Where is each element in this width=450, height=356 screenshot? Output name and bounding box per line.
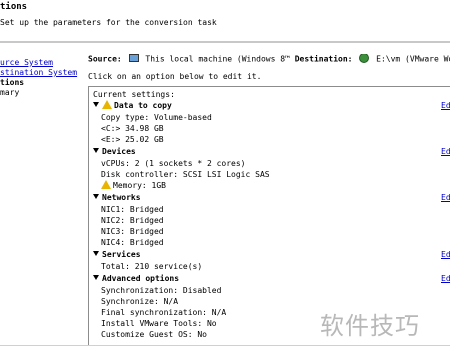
wizard-steps-nav: urce System stination System tions mary [0,50,80,355]
bottom-bar [0,345,450,356]
setting-row: Synchronize: N/A [101,297,179,306]
section-title-advanced-options: Advanced options [102,274,180,283]
section-advanced-options[interactable]: Advanced options [93,274,179,283]
section-title-data-to-copy: Data to copy [114,101,172,110]
section-title-devices: Devices [102,147,136,156]
setting-row: NIC4: Bridged [101,238,164,247]
setting-row: vCPUs: 2 (1 sockets * 2 cores) [101,159,246,168]
globe-icon [359,54,370,63]
source-value: This local machine (Windows 8™ [145,54,290,64]
setting-row: NIC3: Bridged [101,227,164,236]
section-data-to-copy[interactable]: Data to copy [93,100,172,110]
memory-value: Memory: 1GB [113,181,166,190]
setting-row: Customize Guest OS: No [101,330,207,339]
collapse-triangle-icon[interactable] [93,275,99,280]
warning-icon [102,100,112,109]
monitor-icon [128,54,139,62]
section-networks[interactable]: Networks [93,193,141,202]
setting-row: NIC1: Bridged [101,205,164,214]
destination-value: E:\vm (VMware Workst [376,54,450,64]
edit-advanced-options-link[interactable]: Edi [441,274,450,283]
section-devices[interactable]: Devices [93,147,136,156]
setting-row-memory: Memory: 1GB [101,180,166,190]
setting-row: <C:> 34.98 GB [101,124,164,133]
current-settings-label: Current settings: [93,90,175,99]
header-divider [0,41,450,44]
setting-row: Final synchronization: N/A [101,308,227,317]
nav-item-source-system[interactable]: urce System [0,58,53,67]
setting-row: Synchronization: Disabled [101,286,222,295]
collapse-triangle-icon[interactable] [93,102,99,107]
edit-networks-link[interactable]: Edi [441,193,450,202]
source-label: Source: [88,54,122,64]
wizard-header: tions Set up the parameters for the conv… [0,0,450,40]
collapse-triangle-icon[interactable] [93,251,99,256]
section-services[interactable]: Services [93,250,141,259]
collapse-triangle-icon[interactable] [93,194,99,199]
setting-row: Disk controller: SCSI LSI Logic SAS [101,170,270,179]
setting-row: Copy type: Volume-based [101,113,212,122]
instruction-text: Click on an option below to edit it. [88,72,262,81]
setting-row: <E:> 25.02 GB [101,135,164,144]
watermark-text: 软件技巧 [320,312,420,340]
section-title-services: Services [102,250,141,259]
destination-label: Destination: [294,54,353,64]
nav-item-destination-system[interactable]: stination System [0,68,77,77]
setting-row: Total: 210 service(s) [101,262,203,271]
setting-row: NIC2: Bridged [101,216,164,225]
page-title: tions [0,2,28,12]
edit-data-to-copy-link[interactable]: Edi [441,101,450,110]
page-subtitle: Set up the parameters for the conversion… [0,18,217,27]
nav-item-options: tions [0,78,25,87]
setting-row: Install VMware Tools: No [101,319,217,328]
section-title-networks: Networks [102,193,141,202]
edit-devices-link[interactable]: Edi [441,147,450,156]
edit-services-link[interactable]: Edi [441,250,450,259]
nav-item-summary: mary [0,88,20,97]
warning-icon [101,180,111,189]
conversion-summary-bar: Source: This local machine (Windows 8™ D… [88,54,450,66]
collapse-triangle-icon[interactable] [93,148,99,153]
